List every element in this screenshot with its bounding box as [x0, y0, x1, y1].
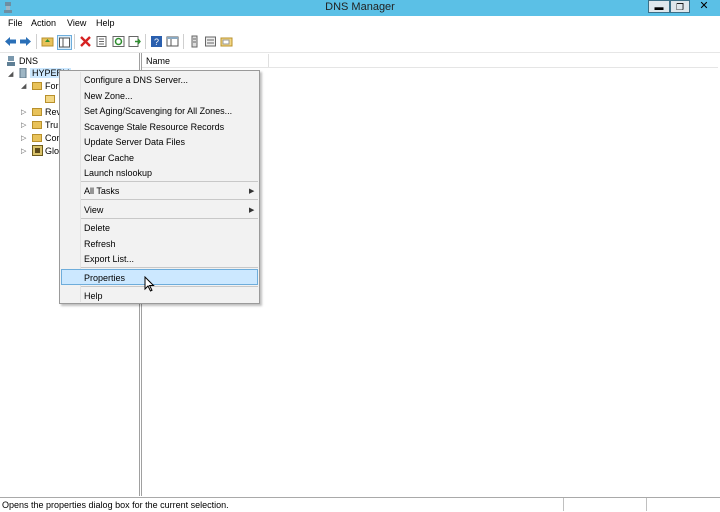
tree-forward-lookup[interactable]: For — [45, 81, 59, 91]
menu-item-new-zone[interactable]: New Zone... — [84, 91, 133, 101]
menu-item-refresh[interactable]: Refresh — [84, 239, 116, 249]
svg-text:?: ? — [154, 37, 159, 47]
minimize-button[interactable]: ▬ — [648, 0, 670, 13]
export-list-icon[interactable] — [128, 35, 141, 48]
dns-root-icon — [7, 56, 15, 66]
submenu-arrow-icon: ▶ — [249, 188, 255, 195]
status-divider — [646, 498, 647, 511]
menu-item-launch-nslookup[interactable]: Launch nslookup — [84, 168, 152, 178]
menu-separator — [81, 218, 258, 219]
dns-manager-icon — [4, 2, 12, 13]
console-pane-icon[interactable] — [166, 35, 179, 48]
menu-help[interactable]: Help — [96, 18, 115, 28]
menu-separator — [81, 286, 258, 287]
folder-icon — [32, 82, 42, 90]
expand-arrow-icon[interactable]: ▷ — [21, 121, 26, 129]
folder-icon — [32, 121, 42, 129]
close-button[interactable]: ✕ — [690, 0, 718, 13]
menu-item-clear-cache[interactable]: Clear Cache — [84, 153, 134, 163]
forward-arrow-icon[interactable] — [19, 35, 32, 48]
submenu-arrow-icon: ▶ — [249, 207, 255, 214]
delete-icon[interactable] — [79, 35, 92, 48]
menu-file[interactable]: File — [8, 18, 23, 28]
status-text: Opens the properties dialog box for the … — [2, 500, 229, 510]
folder-icon[interactable] — [220, 35, 233, 48]
menu-action[interactable]: Action — [31, 18, 56, 28]
collapse-arrow-icon[interactable]: ◢ — [8, 70, 13, 78]
menu-item-set-aging[interactable]: Set Aging/Scavenging for All Zones... — [84, 106, 232, 116]
collapse-arrow-icon[interactable]: ◢ — [21, 82, 26, 90]
menu-item-export-list[interactable]: Export List... — [84, 254, 134, 264]
folder-icon — [32, 108, 42, 116]
column-header-row — [142, 54, 718, 68]
expand-arrow-icon[interactable]: ▷ — [21, 147, 26, 155]
show-hide-console-tree-icon[interactable] — [57, 35, 72, 50]
tree-conditional-forwarders[interactable]: Cor — [45, 133, 60, 143]
tree-dns-root[interactable]: DNS — [19, 56, 38, 66]
menu-item-scavenge[interactable]: Scavenge Stale Resource Records — [84, 122, 224, 132]
menu-item-configure-dns-server[interactable]: Configure a DNS Server... — [84, 75, 188, 85]
folder-icon — [32, 134, 42, 142]
toolbar — [0, 32, 720, 53]
menu-item-all-tasks[interactable]: All Tasks — [84, 186, 119, 196]
menu-item-help[interactable]: Help — [84, 291, 103, 301]
server-icon — [19, 68, 27, 78]
server-icon[interactable] — [204, 35, 217, 48]
mouse-cursor-icon — [144, 276, 155, 292]
global-logs-icon — [32, 145, 43, 156]
window-title: DNS Manager — [325, 1, 395, 13]
status-divider — [563, 498, 564, 511]
menu-separator — [81, 267, 258, 268]
menu-view[interactable]: View — [67, 18, 86, 28]
properties-icon[interactable] — [95, 35, 108, 48]
tree-global-logs[interactable]: Glo — [45, 146, 59, 156]
menu-item-delete[interactable]: Delete — [84, 223, 110, 233]
menu-item-properties[interactable]: Properties — [84, 273, 125, 283]
menu-separator — [81, 181, 258, 182]
column-header-name[interactable]: Name — [146, 56, 170, 66]
menu-item-view[interactable]: View — [84, 205, 103, 215]
back-arrow-icon[interactable] — [4, 35, 17, 48]
zone-icon — [45, 95, 55, 103]
restore-button[interactable]: ❐ — [670, 0, 690, 13]
title-bar: DNS Manager — [0, 0, 720, 16]
menu-item-update-server-data-files[interactable]: Update Server Data Files — [84, 137, 185, 147]
column-divider[interactable] — [268, 54, 269, 67]
expand-arrow-icon[interactable]: ▷ — [21, 108, 26, 116]
record-icon[interactable] — [188, 35, 201, 48]
tree-trust-points[interactable]: Tru — [45, 120, 58, 130]
help-icon[interactable]: ? — [150, 35, 163, 48]
expand-arrow-icon[interactable]: ▷ — [21, 134, 26, 142]
folder-up-icon[interactable] — [41, 35, 54, 48]
refresh-icon[interactable] — [112, 35, 125, 48]
menu-separator — [81, 199, 258, 200]
